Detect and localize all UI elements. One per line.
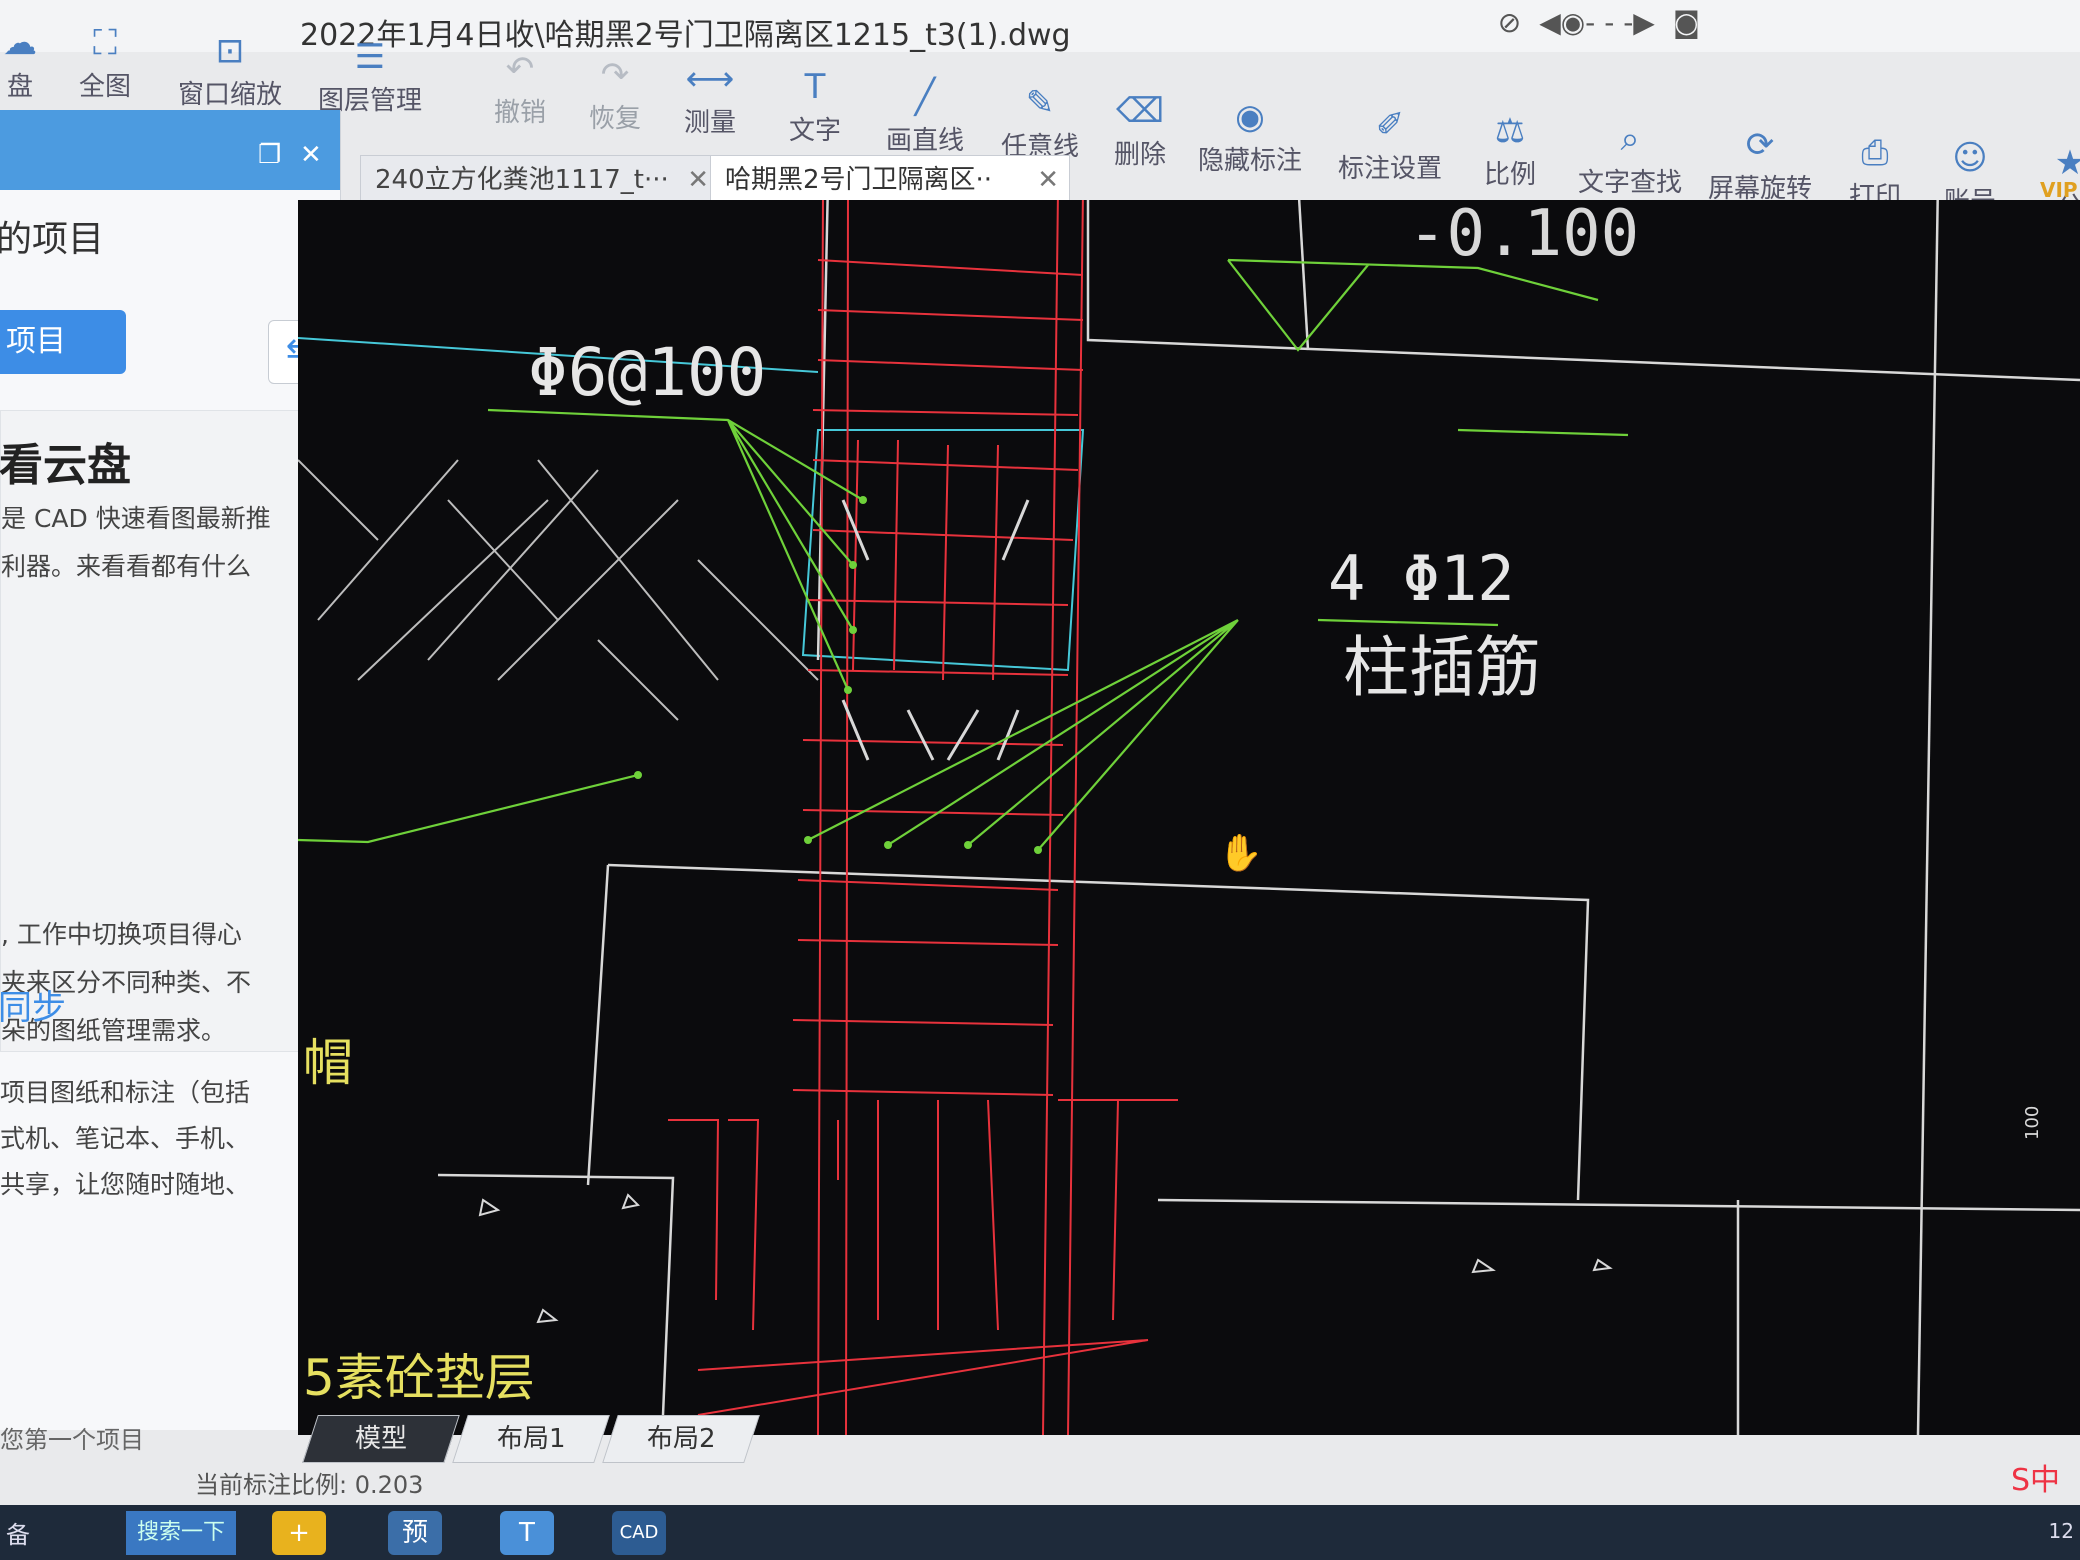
first-project-hint[interactable]: 您第一个项目 [0,1420,144,1455]
tab-label: 哈期黑2号门卫隔离区·· [725,165,993,195]
toolbar-button-3[interactable]: ☰ 图层管理 [310,34,430,117]
cap-label: 帽 [303,1034,353,1092]
benefit-desc-line: , 工作中切换项目得心 [1,920,242,949]
toolbar-button-13[interactable]: ⚖ 比例 [1450,108,1570,191]
ime-indicator[interactable]: S中 [2011,1455,2060,1499]
toolbar-button-6[interactable]: ⟷ 测量 [650,56,770,139]
toolbar-button-14[interactable]: ⌕ 文字查找 [1570,116,1690,199]
text-search-icon: ⌕ [1620,119,1640,159]
toolbar-button-label: 测量 [683,108,736,138]
scale-icon: ⚖ [1494,111,1526,151]
cloud-desc-line: 是 CAD 快速看图最新推 [1,504,271,533]
toolbar-button-label: 全图 [78,72,131,102]
project-panel: ❐ ✕ 的项目 项目 ⇆ 看云盘 是 CAD 快速看图最新推 利器。来看看都有什… [0,110,341,1454]
taskbar: 备 搜索一下 + 预 T CAD 12 [0,1505,2080,1560]
browser-icon[interactable]: + [272,1511,326,1555]
restore-icon[interactable]: ❐ [258,140,281,170]
panel-title: 的项目 [0,219,105,260]
rebar-spacing-label: Φ6@100 [528,334,766,411]
toolbar-button-15[interactable]: ⟳ 屏幕旋转 [1700,122,1820,205]
drawing-canvas[interactable]: Φ6@100 4 Φ12 柱插筋 -0.100 5素砼垫层 帽 100 ✋ [298,200,2080,1435]
column-rebar-label: 柱插筋 [1343,629,1541,706]
cad-drawing: Φ6@100 4 Φ12 柱插筋 -0.100 5素砼垫层 帽 100 [298,200,2080,1435]
status-bar: 当前标注比例: 0.203 S中 [0,1463,2080,1505]
sync-desc: 项目图纸和标注（包括 式机、笔记本、手机、 共享，让您随时随地、 [0,1070,250,1208]
close-icon[interactable]: ✕ [1037,156,1059,204]
stirrup-hooks [841,499,1030,761]
vip-badge[interactable]: VIP [2040,178,2078,202]
tab-label: 240立方化粪池1117_t··· [375,165,669,195]
rebar-count-label: 4 Φ12 [1328,542,1515,615]
cad-app-icon[interactable]: CAD [612,1511,666,1555]
toolbar-button-label: 删除 [1113,140,1166,170]
elevation-label: -0.100 [1408,200,1639,271]
cloud-title: 看云盘 [0,440,131,491]
eraser-icon: ⌫ [1115,91,1165,131]
toolbar-button-11[interactable]: ◉ 隐藏标注 [1190,94,1310,177]
toolbar-button-label: 标注设置 [1337,154,1442,184]
soil-hatch [298,459,819,721]
sync-desc-line: 共享，让您随时随地、 [0,1170,251,1199]
concrete-layer-label: 5素砼垫层 [303,1349,535,1407]
toolbar-button-2[interactable]: ⊡ 窗口缩放 [170,28,290,111]
toolbar-button-12[interactable]: ✐ 标注设置 [1330,102,1450,185]
cloud-intro-card: 看云盘 是 CAD 快速看图最新推 利器。来看看都有什么 , 工作中切换项目得心… [0,410,320,1052]
toolbar-button-8[interactable]: ╱ 画直线 [865,74,985,157]
pan-hand-icon: ✋ [1218,833,1263,874]
toolbar-button-7[interactable]: T 文字 [755,64,875,147]
start-button[interactable]: 备 [6,1515,30,1550]
toolbar-button-label: 画直线 [885,126,964,156]
clock: 12 [2048,1519,2074,1543]
toolbar-button-10[interactable]: ⌫ 删除 [1080,88,1200,171]
rotate-screen-icon: ⟳ [1745,125,1775,165]
leader-dots [634,496,1042,854]
toolbar-button-label: 文字查找 [1577,168,1682,198]
text-icon: T [804,67,826,107]
fit-all-icon: ⛶ [93,23,117,63]
annotation-scale-text: 当前标注比例: 0.203 [195,1471,424,1499]
line-icon: ╱ [914,77,936,117]
toolbar-button-label: 比例 [1483,160,1536,190]
cloud-desc-line: 利器。来看看都有什么 [1,552,252,581]
toolbar-button-1[interactable]: ⛶ 全图 [45,20,165,103]
zoom-window-icon: ⊡ [215,31,245,71]
tab-model[interactable]: 模型 [302,1415,460,1463]
close-icon[interactable]: ✕ [687,156,709,204]
tab-document-1[interactable]: 240立方化粪池1117_t··· ✕ [360,155,720,204]
dimension-label: 100 [2022,1106,2043,1140]
toolbar-button-label: 隐藏标注 [1197,146,1302,176]
preview-icon[interactable]: 预 [388,1511,442,1555]
app-window: 2022年1月4日收\哈期黑2号门卫隔离区1215_t3(1).dwg ⊘ ◀◉… [0,0,2080,1560]
tab-document-2[interactable]: 哈期黑2号门卫隔离区·· ✕ [710,155,1070,204]
annotation-settings-icon: ✐ [1375,105,1405,145]
measure-icon: ⟷ [685,59,735,99]
sync-desc-line: 式机、笔记本、手机、 [0,1124,251,1153]
eye-hide-icon: ◉ [1235,97,1265,137]
tab-layout-1[interactable]: 布局1 [452,1415,610,1463]
tab-layout-2[interactable]: 布局2 [602,1415,760,1463]
project-button[interactable]: 项目 [0,310,126,374]
sync-title: 同步 [0,988,66,1028]
layers-icon: ☰ [354,37,386,77]
panel-header: ❐ ✕ [0,110,340,190]
text-app-icon[interactable]: T [500,1511,554,1555]
sync-desc-line: 项目图纸和标注（包括 [0,1078,251,1107]
toolbar-button-label: 窗口缩放 [177,80,282,110]
close-icon[interactable]: ✕ [300,140,322,170]
taskbar-search[interactable]: 搜索一下 [126,1511,236,1555]
toolbar-button-label: 文字 [788,116,841,146]
